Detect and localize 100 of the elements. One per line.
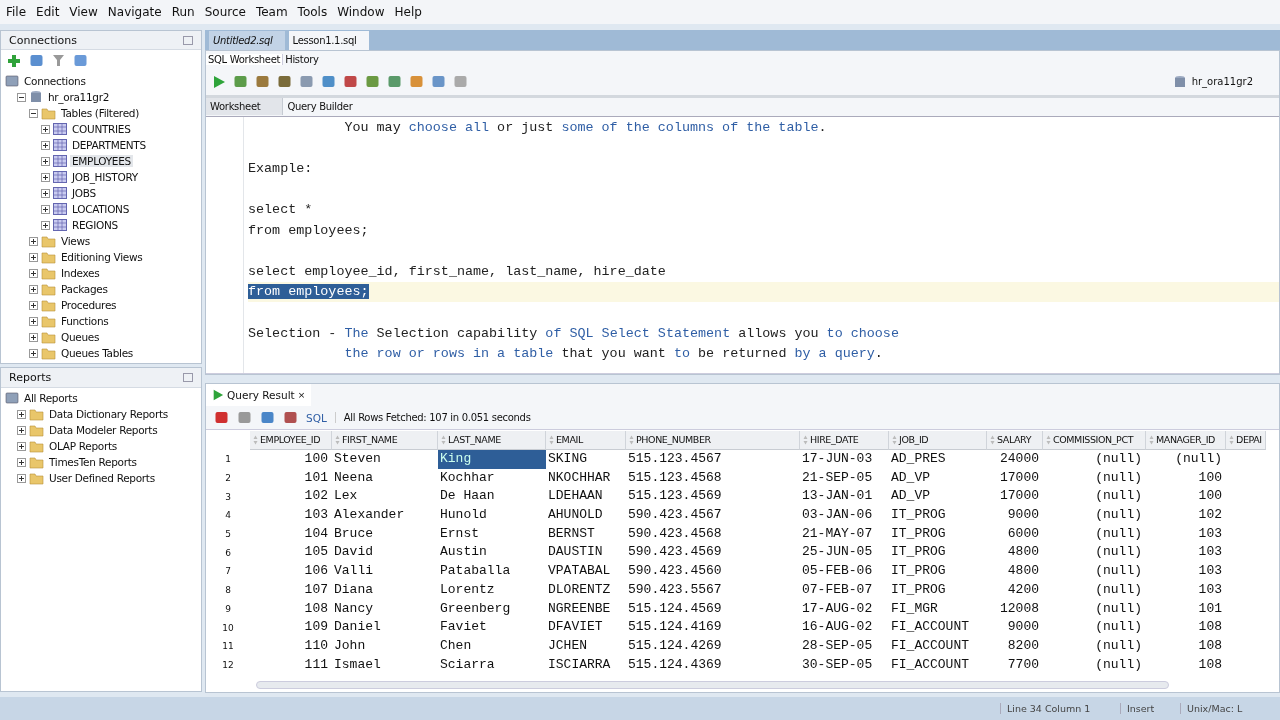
expand-toggle[interactable] xyxy=(29,268,38,278)
expand-toggle[interactable] xyxy=(29,252,38,262)
row-number: 11 xyxy=(221,641,235,652)
close-icon[interactable]: × xyxy=(297,390,306,400)
tree-item[interactable]: Tables (Filtered) xyxy=(59,107,141,119)
menu-item[interactable]: Edit xyxy=(32,5,64,19)
tree-item[interactable]: COUNTRIES xyxy=(70,123,133,135)
expand-toggle[interactable] xyxy=(41,188,50,198)
column-header[interactable]: LAST_NAME xyxy=(438,430,546,450)
table-cell-text: Austin xyxy=(439,543,488,562)
run-icon[interactable] xyxy=(212,74,226,89)
expand-toggle[interactable] xyxy=(29,284,38,294)
folder-icon xyxy=(29,439,44,453)
collapse-toggle[interactable] xyxy=(29,108,38,118)
table-cell-text: 515.124.4569 xyxy=(627,599,723,618)
column-header[interactable]: PHONE_NUMBER xyxy=(626,430,800,450)
tree-item[interactable]: Data Dictionary Reports xyxy=(47,408,170,420)
minimize-button[interactable] xyxy=(183,35,193,45)
expand-toggle[interactable] xyxy=(41,204,50,214)
tree-item[interactable]: JOBS xyxy=(70,187,98,199)
folder-icon xyxy=(41,298,56,312)
column-header[interactable]: COMMISSION_PCT xyxy=(1043,430,1146,450)
expand-toggle[interactable] xyxy=(41,140,50,150)
result-tab[interactable]: Query Result × xyxy=(206,384,312,406)
tree-item[interactable]: Functions xyxy=(59,315,111,327)
file-tab[interactable]: Lesson1.1.sql xyxy=(288,31,369,50)
expand-toggle[interactable] xyxy=(41,156,50,166)
tree-item[interactable]: Queues xyxy=(59,331,102,343)
menu-item[interactable]: Team xyxy=(251,5,292,19)
expand-toggle[interactable] xyxy=(41,124,50,134)
table-icon xyxy=(53,203,67,215)
menu-item[interactable]: Run xyxy=(167,5,199,19)
menu-item[interactable]: View xyxy=(65,5,102,19)
column-header[interactable]: FIRST_NAME xyxy=(332,430,438,450)
table-cell-text: Ernst xyxy=(439,524,480,543)
table-icon xyxy=(53,139,67,151)
menu-item[interactable]: Help xyxy=(390,5,426,19)
tree-item[interactable]: Procedures xyxy=(59,299,119,311)
database-icon xyxy=(29,90,43,104)
table-cell-text: 102 xyxy=(303,487,329,506)
tab-label: Query Result xyxy=(227,389,295,401)
tree-item[interactable]: Data Modeler Reports xyxy=(47,424,160,436)
view-tab[interactable]: History xyxy=(283,54,321,66)
worksheet-tab[interactable]: Query Builder xyxy=(283,98,375,116)
expand-toggle[interactable] xyxy=(41,172,50,182)
expand-toggle[interactable] xyxy=(29,300,38,310)
menu-item[interactable]: Tools xyxy=(293,5,332,19)
tree-item[interactable]: Connections xyxy=(22,75,88,87)
column-header[interactable]: HIRE_DATE xyxy=(800,430,889,450)
expand-toggle[interactable] xyxy=(29,236,38,246)
menu-item[interactable]: Navigate xyxy=(103,5,166,19)
expand-toggle[interactable] xyxy=(29,332,38,342)
tree-item[interactable]: REGIONS xyxy=(70,219,120,231)
column-header[interactable]: EMAIL xyxy=(546,430,626,450)
tree-item[interactable]: Packages xyxy=(59,283,110,295)
tree-item[interactable]: TimesTen Reports xyxy=(47,456,139,468)
table-cell-text: 107 xyxy=(303,580,329,599)
scrollbar-thumb[interactable] xyxy=(256,681,1169,689)
column-header[interactable]: SALARY xyxy=(987,430,1043,450)
tree-item[interactable]: DEPARTMENTS xyxy=(70,139,148,151)
menu-item[interactable]: Source xyxy=(200,5,250,19)
table-cell-text: VPATABAL xyxy=(547,562,612,581)
minimize-button[interactable] xyxy=(183,373,193,382)
file-tab[interactable]: Untitled2.sql xyxy=(209,31,285,50)
menu-item[interactable]: Window xyxy=(333,5,389,19)
menu-item[interactable]: File xyxy=(2,5,31,19)
expand-toggle[interactable] xyxy=(29,348,38,358)
tree-item[interactable]: Views xyxy=(59,235,92,247)
tree-item[interactable]: LOCATIONS xyxy=(70,203,132,215)
expand-toggle[interactable] xyxy=(17,409,26,419)
tree-item[interactable]: All Reports xyxy=(22,392,80,404)
tree-item[interactable]: Indexes xyxy=(59,267,102,279)
table-cell-text: Greenberg xyxy=(439,599,512,618)
column-header[interactable]: MANAGER_ID xyxy=(1146,430,1226,450)
view-tab[interactable]: SQL Worksheet xyxy=(206,54,284,66)
table-cell-text: FI_MGR xyxy=(890,599,939,618)
sql-link[interactable]: SQL xyxy=(306,411,327,424)
tree-item[interactable]: hr_ora11gr2 xyxy=(46,91,112,103)
expand-toggle[interactable] xyxy=(17,473,26,483)
worksheet-tab[interactable]: Worksheet xyxy=(206,98,284,116)
tree-item[interactable]: Editioning Views xyxy=(59,251,145,263)
column-header[interactable]: EMPLOYEE_ID xyxy=(250,430,332,450)
tree-item[interactable]: Queues Tables xyxy=(59,347,136,359)
connection-selector[interactable]: hr_ora11gr2 xyxy=(1166,72,1259,91)
tree-item[interactable]: User Defined Reports xyxy=(47,472,157,484)
tree-item[interactable]: OLAP Reports xyxy=(47,440,119,452)
tree-item[interactable]: EMPLOYEES xyxy=(70,155,133,167)
tree-item[interactable]: JOB_HISTORY xyxy=(70,171,140,183)
expand-toggle[interactable] xyxy=(17,441,26,451)
expand-toggle[interactable] xyxy=(29,316,38,326)
column-header[interactable]: JOB_ID xyxy=(889,430,987,450)
collapse-toggle[interactable] xyxy=(17,92,26,102)
filter-icon[interactable] xyxy=(52,54,65,68)
table-cell-text: LDEHAAN xyxy=(547,487,604,506)
expand-toggle[interactable] xyxy=(17,425,26,435)
add-icon[interactable] xyxy=(7,53,21,68)
column-header[interactable]: DEPAI xyxy=(1226,430,1266,450)
table-cell-text: ISCIARRA xyxy=(547,655,612,674)
expand-toggle[interactable] xyxy=(17,457,26,467)
expand-toggle[interactable] xyxy=(41,220,50,230)
